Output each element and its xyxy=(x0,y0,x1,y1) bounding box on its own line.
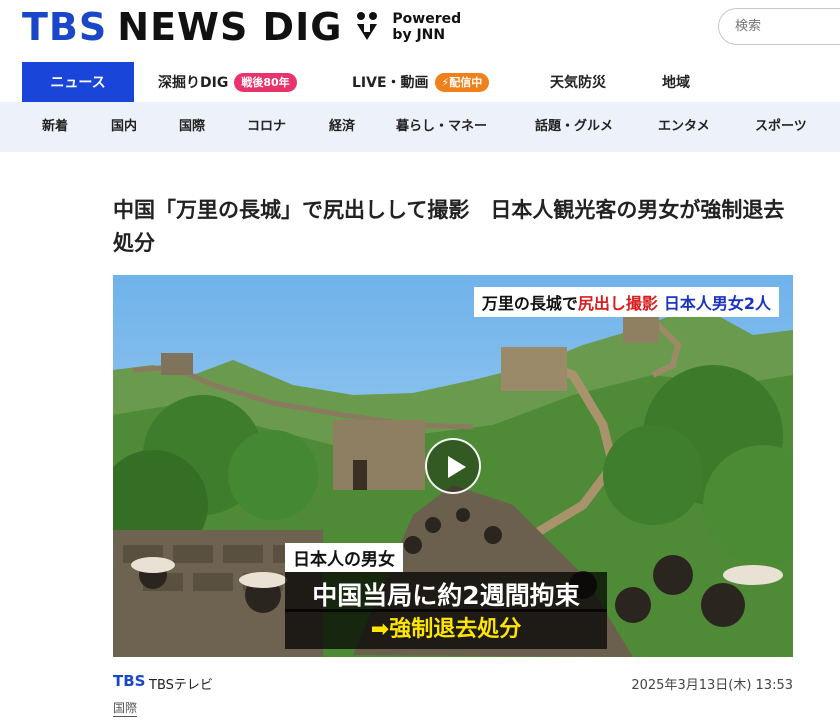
badge-live-streaming: ⚡配信中 xyxy=(434,72,490,92)
source-logo[interactable]: TBS xyxy=(113,672,145,690)
caption-part-3: 日本人男女2人 xyxy=(663,294,771,313)
nav-item-label: 深掘りDIG xyxy=(158,75,229,91)
main-nav: ニュース 深掘りDIG 戦後80年 LIVE・動画 ⚡配信中 天気防災 地域 xyxy=(0,62,840,102)
logo-news-dig: NEWS DIG xyxy=(117,5,343,49)
play-icon xyxy=(448,456,466,478)
nav-item-label: LIVE・動画 xyxy=(352,75,429,91)
powered-by-jnn: Powered by JNN xyxy=(392,11,461,43)
site-logo[interactable]: TBS NEWS DIG Powered by JNN xyxy=(22,6,461,48)
video-subtitle-label: 日本人の男女 xyxy=(285,543,403,572)
search-box[interactable] xyxy=(718,8,840,45)
article-meta: TBS TBSテレビ 2025年3月13日(木) 13:53 xyxy=(113,672,793,693)
caption-part-2: 尻出し撮影 xyxy=(577,294,658,313)
subnav-item-entertainment[interactable]: エンタメ xyxy=(658,102,710,152)
video-player[interactable]: 万里の長城で尻出し撮影 日本人男女2人 日本人の男女 中国当局に約2週間拘束 ➡強… xyxy=(113,275,793,657)
nav-item-fukabori-dig[interactable]: 深掘りDIG 戦後80年 xyxy=(158,62,297,102)
logo-tbs: TBS xyxy=(22,5,108,49)
powered-line-2: by JNN xyxy=(392,27,446,43)
nav-item-label: ニュース xyxy=(50,75,106,91)
powered-line-1: Powered xyxy=(392,11,462,27)
subnav-item-sports[interactable]: スポーツ xyxy=(755,102,807,152)
caption-part-1: 万里の長城で xyxy=(481,294,578,313)
nav-item-weather[interactable]: 天気防災 xyxy=(550,62,606,102)
subnav-item-life-money[interactable]: 暮らし・マネー xyxy=(396,102,487,152)
subnav-item-international[interactable]: 国際 xyxy=(179,102,205,152)
site-header: TBS NEWS DIG Powered by JNN xyxy=(0,0,840,62)
nav-item-label: 地域 xyxy=(662,75,690,91)
nav-item-label: 天気防災 xyxy=(550,75,606,91)
subnav-item-corona[interactable]: コロナ xyxy=(247,102,286,152)
subnav-item-topics-gourmet[interactable]: 話題・グルメ xyxy=(535,102,613,152)
nav-item-news[interactable]: ニュース xyxy=(22,62,134,102)
source-name[interactable]: TBSテレビ xyxy=(149,674,213,693)
article-title: 中国「万里の長城」で尻出しして撮影 日本人観光客の男女が強制退去処分 xyxy=(113,198,785,255)
publish-date: 2025年3月13日(木) 13:53 xyxy=(631,678,793,693)
video-top-caption: 万里の長城で尻出し撮影 日本人男女2人 xyxy=(473,287,779,317)
badge-live-label: 配信中 xyxy=(449,75,483,89)
video-subtitle-arrow: ➡強制退去処分 xyxy=(285,609,607,649)
subnav-item-latest[interactable]: 新着 xyxy=(42,102,68,152)
dig-mark-icon xyxy=(354,10,380,44)
category-link[interactable]: 国際 xyxy=(113,700,138,717)
subnav-item-domestic[interactable]: 国内 xyxy=(111,102,137,152)
sub-nav: 新着 国内 国際 コロナ 経済 暮らし・マネー 話題・グルメ エンタメ スポーツ xyxy=(0,102,840,152)
nav-item-region[interactable]: 地域 xyxy=(662,62,690,102)
subnav-item-economy[interactable]: 経済 xyxy=(329,102,355,152)
nav-item-live-video[interactable]: LIVE・動画 ⚡配信中 xyxy=(352,62,490,102)
video-subtitle-main: 中国当局に約2週間拘束 xyxy=(285,572,607,612)
play-button[interactable] xyxy=(425,438,481,494)
badge-sengo80: 戦後80年 xyxy=(234,72,297,92)
search-input[interactable] xyxy=(719,9,840,44)
